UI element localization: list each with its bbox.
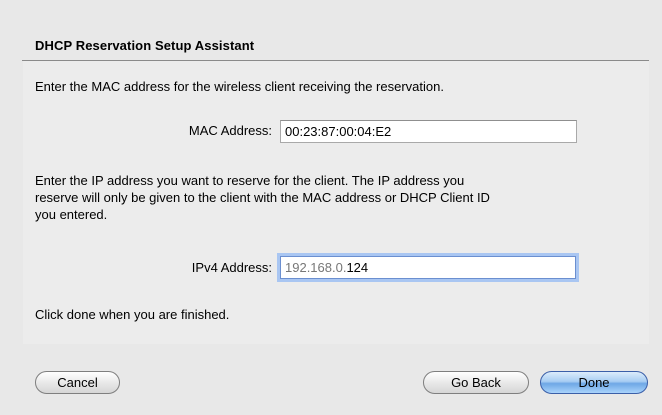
dialog-title: DHCP Reservation Setup Assistant — [35, 38, 255, 53]
go-back-button[interactable]: Go Back — [423, 371, 529, 394]
ipv4-suffix: 124 — [346, 260, 369, 275]
dhcp-reservation-dialog: DHCP Reservation Setup Assistant Enter t… — [0, 0, 662, 415]
ipv4-prefix: 192.168.0. — [285, 260, 347, 275]
mac-address-value: 00:23:87:00:04:E2 — [285, 124, 392, 139]
done-button[interactable]: Done — [540, 371, 648, 394]
ip-instruction-line-3: you entered. — [35, 207, 108, 222]
finish-instruction: Click done when you are finished. — [35, 307, 230, 322]
ip-instruction-line-1: Enter the IP address you want to reserve… — [35, 173, 465, 188]
ipv4-address-label: IPv4 Address: — [191, 260, 272, 275]
ipv4-address-field[interactable]: 192.168.0.124 — [280, 256, 576, 279]
mac-address-field[interactable]: 00:23:87:00:04:E2 — [280, 120, 577, 143]
mac-instruction: Enter the MAC address for the wireless c… — [35, 79, 444, 94]
mac-address-label: MAC Address: — [188, 123, 272, 138]
ip-instruction-line-2: reserve will only be given to the client… — [35, 190, 490, 205]
cancel-button[interactable]: Cancel — [35, 371, 120, 394]
